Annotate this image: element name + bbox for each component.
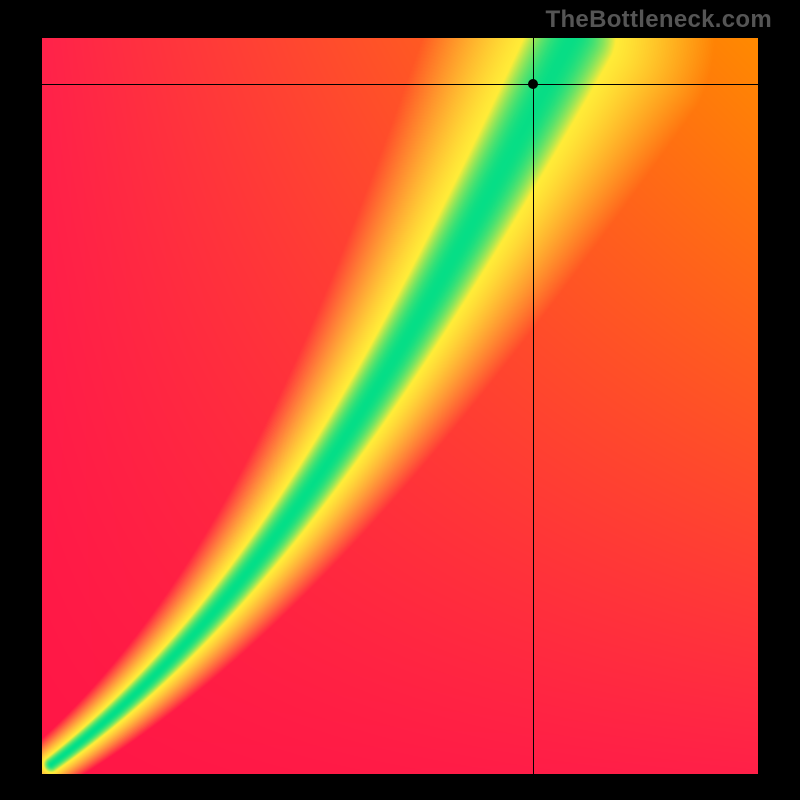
crosshair-marker [528,79,538,89]
heatmap-canvas [40,36,760,776]
chart-stage: TheBottleneck.com [0,0,800,800]
crosshair-horizontal [40,84,760,85]
crosshair-vertical [533,36,534,776]
heatmap-plot [40,36,760,776]
watermark-text: TheBottleneck.com [546,6,772,34]
